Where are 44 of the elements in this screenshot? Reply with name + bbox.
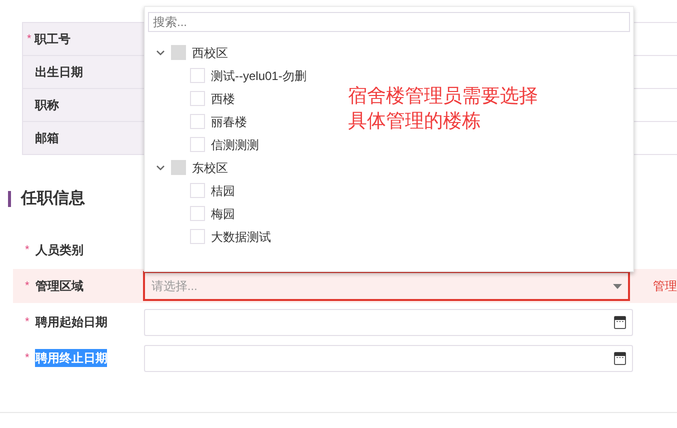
calendar-icon[interactable] <box>614 316 626 328</box>
search-field[interactable]: 搜索... <box>148 12 630 32</box>
tree-item-label[interactable]: 东校区 <box>192 158 228 176</box>
field-label: 职工号 <box>34 31 70 48</box>
tree-item-label[interactable]: 测试--yelu01-勿删 <box>211 66 306 84</box>
required-mark: * <box>25 316 30 328</box>
checkbox[interactable] <box>190 68 205 83</box>
section-marker <box>8 191 11 207</box>
date-field[interactable] <box>144 344 633 372</box>
checkbox[interactable] <box>171 160 186 175</box>
error-message: 管理 <box>653 278 677 295</box>
required-mark: * <box>25 352 30 364</box>
tree-item-label[interactable]: 大数据测试 <box>211 228 271 246</box>
field-label: 聘用终止日期 <box>35 349 108 367</box>
field-label: 聘用起始日期 <box>35 314 108 331</box>
annotation-text: 宿舍楼管理员需要选择 具体管理的楼栋 <box>348 85 538 134</box>
tree-item-label[interactable]: 西校区 <box>192 44 228 62</box>
section-title: 任职信息 <box>21 188 85 209</box>
chevron-down-icon[interactable] <box>156 164 165 170</box>
tree-item-label[interactable]: 丽春楼 <box>211 112 247 130</box>
tree-item-label[interactable]: 信测测测 <box>211 136 259 154</box>
tree-item-label[interactable]: 西楼 <box>211 90 235 108</box>
checkbox[interactable] <box>190 91 205 106</box>
tree-item-label[interactable]: 梅园 <box>211 204 235 222</box>
checkbox[interactable] <box>190 229 205 244</box>
field-label: 邮箱 <box>35 130 59 147</box>
checkbox[interactable] <box>171 45 186 60</box>
field-label: 职称 <box>35 97 59 114</box>
checkbox[interactable] <box>190 137 205 152</box>
chevron-down-icon[interactable] <box>156 50 165 56</box>
dropdown-arrow-icon[interactable] <box>613 284 622 288</box>
date-field[interactable] <box>144 308 633 336</box>
checkbox[interactable] <box>190 114 205 129</box>
required-mark: * <box>25 244 30 256</box>
calendar-icon[interactable] <box>614 352 626 364</box>
tree-item-label[interactable]: 桔园 <box>211 182 235 200</box>
field-label: 出生日期 <box>35 64 83 81</box>
checkbox[interactable] <box>190 183 205 198</box>
required-mark: * <box>25 280 30 292</box>
placeholder-text: 请选择... <box>151 278 198 295</box>
required-mark: * <box>27 34 32 44</box>
field-label: 管理区域 <box>35 278 84 295</box>
checkbox[interactable] <box>190 206 205 221</box>
field-label: 人员类别 <box>35 242 84 259</box>
